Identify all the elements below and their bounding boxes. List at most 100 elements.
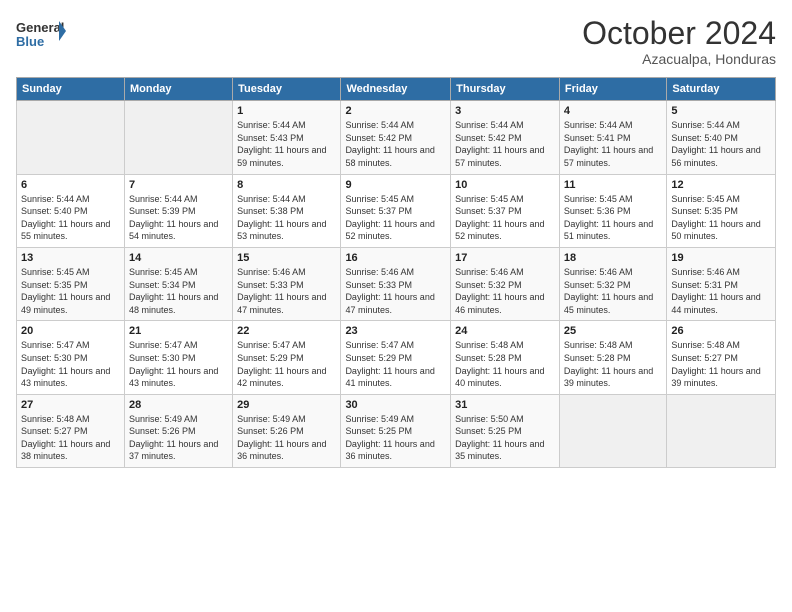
table-row: 29 Sunrise: 5:49 AM Sunset: 5:26 PM Dayli…	[233, 394, 341, 467]
location-subtitle: Azacualpa, Honduras	[582, 51, 776, 67]
day-number: 7	[129, 179, 228, 191]
day-info: Sunrise: 5:49 AM Sunset: 5:25 PM Dayligh…	[345, 413, 446, 463]
day-number: 22	[237, 325, 336, 337]
table-row: 13 Sunrise: 5:45 AM Sunset: 5:35 PM Dayli…	[17, 247, 125, 320]
day-number: 20	[21, 325, 120, 337]
day-info: Sunrise: 5:48 AM Sunset: 5:28 PM Dayligh…	[564, 339, 662, 389]
day-info: Sunrise: 5:44 AM Sunset: 5:41 PM Dayligh…	[564, 119, 662, 169]
table-row: 16 Sunrise: 5:46 AM Sunset: 5:33 PM Dayli…	[341, 247, 451, 320]
day-number: 13	[21, 252, 120, 264]
calendar-week-row: 27 Sunrise: 5:48 AM Sunset: 5:27 PM Dayli…	[17, 394, 776, 467]
day-number: 27	[21, 399, 120, 411]
day-info: Sunrise: 5:45 AM Sunset: 5:37 PM Dayligh…	[455, 193, 555, 243]
day-info: Sunrise: 5:44 AM Sunset: 5:42 PM Dayligh…	[345, 119, 446, 169]
day-info: Sunrise: 5:44 AM Sunset: 5:40 PM Dayligh…	[671, 119, 771, 169]
col-monday: Monday	[124, 78, 232, 101]
table-row: 18Sunrise: 5:46 AM Sunset: 5:32 PM Dayli…	[559, 247, 666, 320]
table-row: 5 Sunrise: 5:44 AM Sunset: 5:40 PM Daylig…	[667, 101, 776, 174]
page-header: General Blue October 2024 Azacualpa, Hon…	[16, 16, 776, 67]
day-number: 25	[564, 325, 662, 337]
calendar-week-row: 20 Sunrise: 5:47 AM Sunset: 5:30 PM Dayli…	[17, 321, 776, 394]
table-row	[124, 101, 232, 174]
day-info: Sunrise: 5:49 AM Sunset: 5:26 PM Dayligh…	[237, 413, 336, 463]
day-info: Sunrise: 5:46 AM Sunset: 5:32 PM Dayligh…	[455, 266, 555, 316]
table-row	[17, 101, 125, 174]
table-row: 1Sunrise: 5:44 AM Sunset: 5:43 PM Daylig…	[233, 101, 341, 174]
table-row: 24 Sunrise: 5:48 AM Sunset: 5:28 PM Dayli…	[451, 321, 560, 394]
table-row	[559, 394, 666, 467]
day-number: 5	[671, 105, 771, 117]
table-row: 10 Sunrise: 5:45 AM Sunset: 5:37 PM Dayli…	[451, 174, 560, 247]
col-saturday: Saturday	[667, 78, 776, 101]
day-info: Sunrise: 5:48 AM Sunset: 5:28 PM Dayligh…	[455, 339, 555, 389]
table-row: 23Sunrise: 5:47 AM Sunset: 5:29 PM Dayli…	[341, 321, 451, 394]
table-row: 3Sunrise: 5:44 AM Sunset: 5:42 PM Daylig…	[451, 101, 560, 174]
day-number: 6	[21, 179, 120, 191]
day-info: Sunrise: 5:47 AM Sunset: 5:30 PM Dayligh…	[129, 339, 228, 389]
day-info: Sunrise: 5:45 AM Sunset: 5:35 PM Dayligh…	[21, 266, 120, 316]
table-row: 12 Sunrise: 5:45 AM Sunset: 5:35 PM Dayli…	[667, 174, 776, 247]
day-number: 15	[237, 252, 336, 264]
day-info: Sunrise: 5:49 AM Sunset: 5:26 PM Dayligh…	[129, 413, 228, 463]
day-info: Sunrise: 5:48 AM Sunset: 5:27 PM Dayligh…	[21, 413, 120, 463]
day-number: 4	[564, 105, 662, 117]
day-info: Sunrise: 5:44 AM Sunset: 5:38 PM Dayligh…	[237, 193, 336, 243]
day-number: 3	[455, 105, 555, 117]
day-number: 12	[671, 179, 771, 191]
table-row: 6Sunrise: 5:44 AM Sunset: 5:40 PM Daylig…	[17, 174, 125, 247]
day-number: 14	[129, 252, 228, 264]
day-number: 30	[345, 399, 446, 411]
day-number: 10	[455, 179, 555, 191]
col-friday: Friday	[559, 78, 666, 101]
table-row: 30 Sunrise: 5:49 AM Sunset: 5:25 PM Dayli…	[341, 394, 451, 467]
table-row: 20 Sunrise: 5:47 AM Sunset: 5:30 PM Dayli…	[17, 321, 125, 394]
day-number: 26	[671, 325, 771, 337]
table-row: 22 Sunrise: 5:47 AM Sunset: 5:29 PM Dayli…	[233, 321, 341, 394]
day-info: Sunrise: 5:50 AM Sunset: 5:25 PM Dayligh…	[455, 413, 555, 463]
day-number: 1	[237, 105, 336, 117]
day-number: 18	[564, 252, 662, 264]
col-sunday: Sunday	[17, 78, 125, 101]
page-container: General Blue October 2024 Azacualpa, Hon…	[0, 0, 792, 478]
day-info: Sunrise: 5:46 AM Sunset: 5:33 PM Dayligh…	[237, 266, 336, 316]
svg-text:Blue: Blue	[16, 34, 44, 49]
table-row: 21Sunrise: 5:47 AM Sunset: 5:30 PM Dayli…	[124, 321, 232, 394]
day-number: 28	[129, 399, 228, 411]
table-row: 17Sunrise: 5:46 AM Sunset: 5:32 PM Dayli…	[451, 247, 560, 320]
svg-text:General: General	[16, 20, 64, 35]
table-row: 25 Sunrise: 5:48 AM Sunset: 5:28 PM Dayli…	[559, 321, 666, 394]
logo: General Blue	[16, 16, 66, 56]
table-row: 19Sunrise: 5:46 AM Sunset: 5:31 PM Dayli…	[667, 247, 776, 320]
day-number: 9	[345, 179, 446, 191]
day-number: 8	[237, 179, 336, 191]
day-number: 16	[345, 252, 446, 264]
title-block: October 2024 Azacualpa, Honduras	[582, 16, 776, 67]
day-number: 19	[671, 252, 771, 264]
day-info: Sunrise: 5:46 AM Sunset: 5:33 PM Dayligh…	[345, 266, 446, 316]
table-row: 26 Sunrise: 5:48 AM Sunset: 5:27 PM Dayli…	[667, 321, 776, 394]
table-row: 9 Sunrise: 5:45 AM Sunset: 5:37 PM Daylig…	[341, 174, 451, 247]
table-row: 8 Sunrise: 5:44 AM Sunset: 5:38 PM Daylig…	[233, 174, 341, 247]
day-info: Sunrise: 5:47 AM Sunset: 5:29 PM Dayligh…	[237, 339, 336, 389]
day-info: Sunrise: 5:45 AM Sunset: 5:35 PM Dayligh…	[671, 193, 771, 243]
table-row: 31Sunrise: 5:50 AM Sunset: 5:25 PM Dayli…	[451, 394, 560, 467]
day-info: Sunrise: 5:47 AM Sunset: 5:29 PM Dayligh…	[345, 339, 446, 389]
month-title: October 2024	[582, 16, 776, 51]
day-info: Sunrise: 5:45 AM Sunset: 5:37 PM Dayligh…	[345, 193, 446, 243]
col-thursday: Thursday	[451, 78, 560, 101]
table-row: 4 Sunrise: 5:44 AM Sunset: 5:41 PM Daylig…	[559, 101, 666, 174]
day-info: Sunrise: 5:47 AM Sunset: 5:30 PM Dayligh…	[21, 339, 120, 389]
day-number: 29	[237, 399, 336, 411]
col-tuesday: Tuesday	[233, 78, 341, 101]
calendar-week-row: 1Sunrise: 5:44 AM Sunset: 5:43 PM Daylig…	[17, 101, 776, 174]
calendar-week-row: 6Sunrise: 5:44 AM Sunset: 5:40 PM Daylig…	[17, 174, 776, 247]
day-info: Sunrise: 5:45 AM Sunset: 5:36 PM Dayligh…	[564, 193, 662, 243]
day-number: 2	[345, 105, 446, 117]
day-number: 24	[455, 325, 555, 337]
table-row: 2 Sunrise: 5:44 AM Sunset: 5:42 PM Daylig…	[341, 101, 451, 174]
day-info: Sunrise: 5:48 AM Sunset: 5:27 PM Dayligh…	[671, 339, 771, 389]
calendar-week-row: 13 Sunrise: 5:45 AM Sunset: 5:35 PM Dayli…	[17, 247, 776, 320]
table-row: 27 Sunrise: 5:48 AM Sunset: 5:27 PM Dayli…	[17, 394, 125, 467]
logo-svg: General Blue	[16, 16, 66, 56]
table-row: 7Sunrise: 5:44 AM Sunset: 5:39 PM Daylig…	[124, 174, 232, 247]
